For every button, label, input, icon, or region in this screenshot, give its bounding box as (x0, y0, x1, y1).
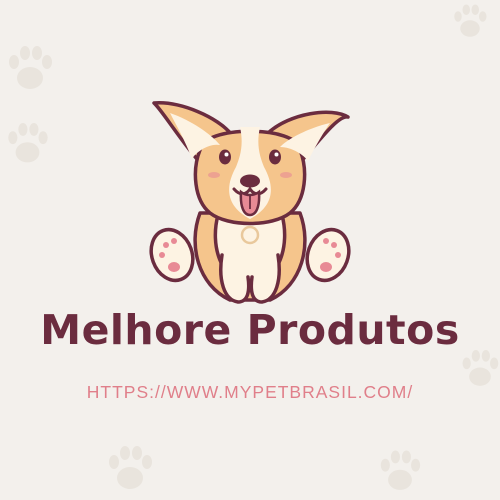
brand-title: Melhore Produtos (40, 306, 460, 354)
corgi-puppy-icon (149, 101, 351, 304)
paw-print-icon (9, 46, 52, 89)
paw-print-icon (454, 4, 487, 37)
paw-print-icon (380, 450, 421, 490)
paw-print-icon (109, 446, 152, 489)
brand-url: HTTPS://WWW.MYPETBRASIL.COM/ (86, 382, 414, 402)
paw-print-icon (8, 123, 48, 163)
